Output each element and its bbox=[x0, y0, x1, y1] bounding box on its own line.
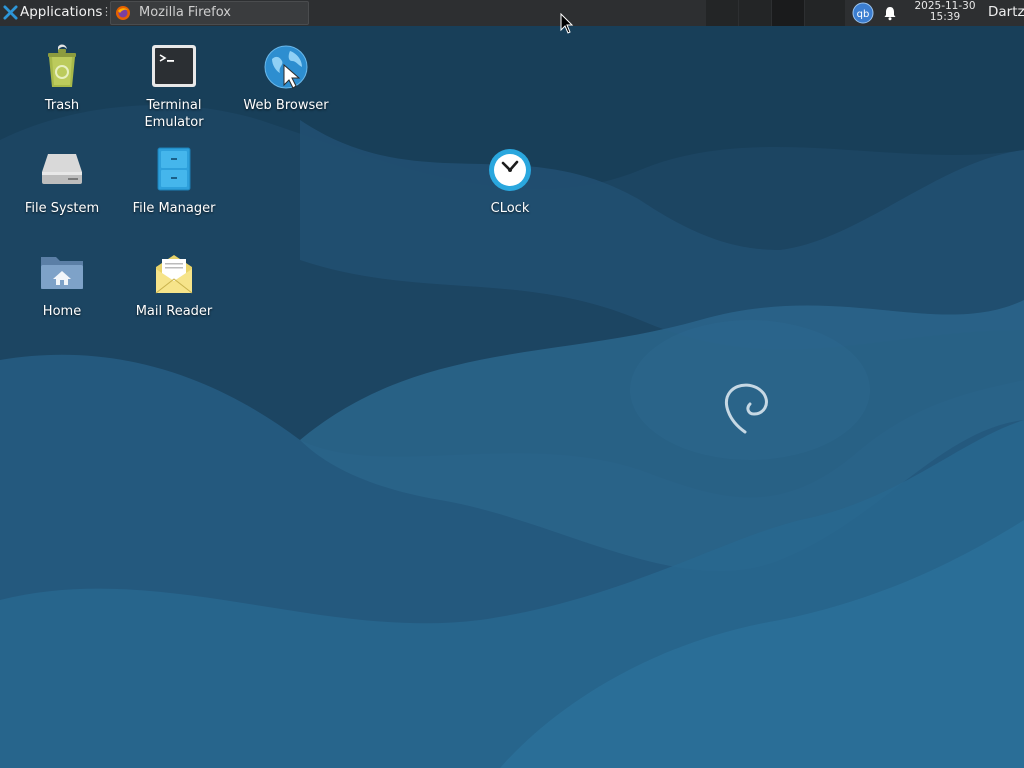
desktop-icon-label: Home bbox=[42, 304, 82, 319]
drive-icon bbox=[42, 154, 82, 184]
mail-icon bbox=[155, 255, 193, 294]
workspace-2[interactable] bbox=[739, 0, 771, 26]
qbittorrent-icon[interactable]: qb bbox=[852, 2, 874, 24]
bell-icon[interactable] bbox=[882, 5, 898, 21]
trash-icon bbox=[48, 44, 76, 87]
workspace-3[interactable] bbox=[772, 0, 804, 26]
desktop-icon-label: Mail Reader bbox=[135, 304, 213, 319]
workspace-1[interactable] bbox=[706, 0, 738, 26]
desktop-icon-label: CLock bbox=[490, 201, 530, 216]
desktop-icon-label: Trash bbox=[44, 98, 80, 113]
mouse-cursor-icon bbox=[560, 13, 574, 34]
desktop-icon-label: File System bbox=[24, 201, 100, 216]
terminal-icon bbox=[152, 45, 196, 87]
clock-time: 15:39 bbox=[929, 11, 961, 23]
applications-menu-button[interactable]: Applications ⋮ bbox=[0, 0, 112, 26]
desktop-icon-label: Web Browser bbox=[243, 98, 329, 113]
user-name[interactable]: Dartz bbox=[988, 5, 1024, 20]
clock-icon bbox=[489, 149, 531, 191]
qbittorrent-icon-text: qb bbox=[857, 9, 870, 20]
top-panel: Applications ⋮ Mozilla Firefox qb 2025-1… bbox=[0, 0, 1024, 26]
workspace-4[interactable] bbox=[805, 0, 845, 26]
web-browser-icon bbox=[264, 45, 308, 89]
file-cabinet-icon bbox=[157, 147, 191, 191]
home-folder-icon bbox=[41, 257, 83, 289]
applications-label: Applications bbox=[20, 4, 103, 20]
firefox-icon bbox=[116, 6, 130, 20]
desktop-icon-label: Terminal Emulator bbox=[144, 98, 204, 130]
taskbar-item-firefox[interactable]: Mozilla Firefox bbox=[110, 1, 309, 25]
xfce-logo-icon bbox=[3, 5, 18, 20]
desktop-icon-label: File Manager bbox=[132, 201, 216, 216]
taskbar-item-label: Mozilla Firefox bbox=[139, 5, 231, 20]
